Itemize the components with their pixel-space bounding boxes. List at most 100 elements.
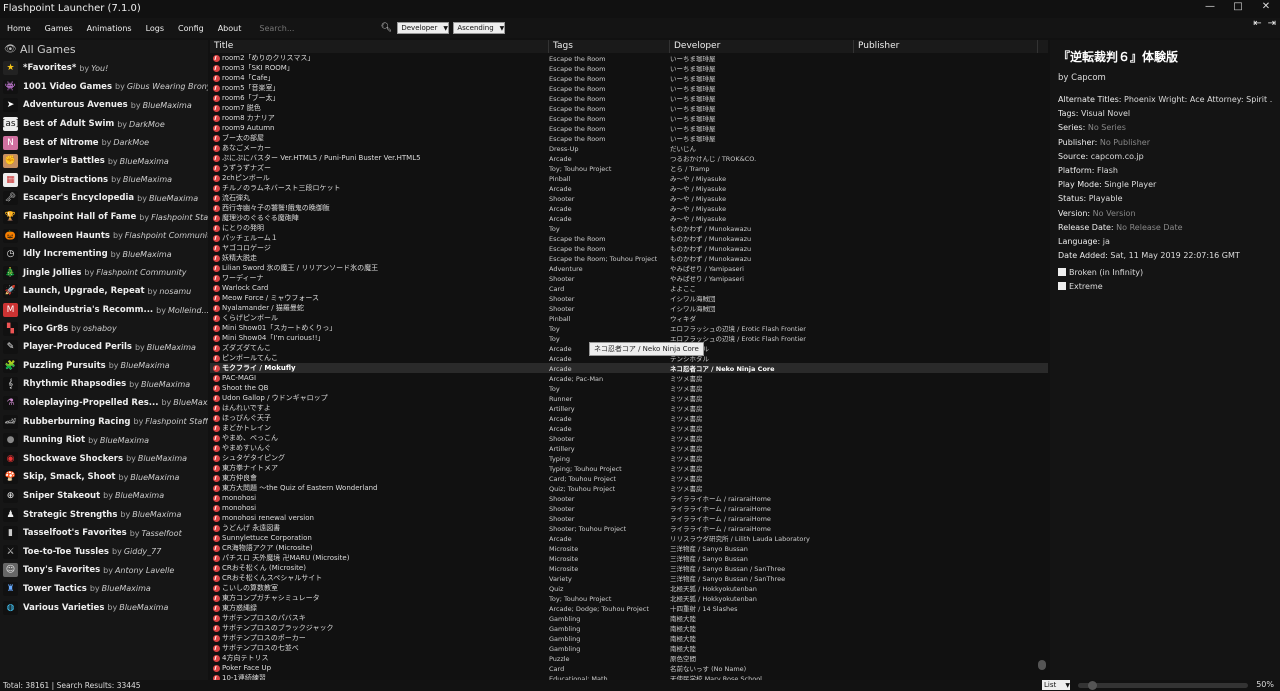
zoom-slider[interactable] [1078, 681, 1248, 690]
sidebar-item-playlist[interactable]: M Molleindustria's Recomm... by Molleind... [0, 301, 208, 320]
nav-logs[interactable]: Logs [139, 24, 171, 33]
field-value[interactable]: No Version [1093, 209, 1136, 218]
table-row[interactable]: PAC-MAGI Arcade; Pac-Man ミツメ書房 [210, 373, 1048, 383]
sidebar-item-playlist[interactable]: 🏆 Flashpoint Hall of Fame by Flashpoint Sta… [0, 208, 208, 227]
toggle-left-sidebar-icon[interactable]: ⇤ [1253, 18, 1261, 29]
sidebar-item-playlist[interactable]: ☺ Tony's Favorites by Antony Lavelle [0, 561, 208, 580]
table-row[interactable]: 東方コンプガチャシミュレータ Toy; Touhou Project 北極天狐 / … [210, 593, 1048, 603]
table-row[interactable]: monohosi Shooter ライラライホーム / rairaraiHome [210, 503, 1048, 513]
sidebar-item-playlist[interactable]: 🍄 Skip, Smack, Shoot by BlueMaxima [0, 468, 208, 487]
sidebar-item-playlist[interactable]: ▚ Pico Gr8s by oshaboy [0, 319, 208, 338]
table-row[interactable]: CRおそ松くんスペシャルサイト Variety 三洋物産 / Sanyo Bussa… [210, 573, 1048, 583]
sidebar-item-playlist[interactable]: ♜ Tower Tactics by BlueMaxima [0, 580, 208, 599]
table-row[interactable]: サボテンプロスのパバスキ Gambling 南極大陸 [210, 613, 1048, 623]
sidebar-item-playlist[interactable]: ✎ Player-Produced Perils by BlueMaxima [0, 338, 208, 357]
table-row[interactable]: CRおそ松くん (Microsite) Microsite 三洋物産 / Sanyo… [210, 563, 1048, 573]
table-row[interactable]: Lilian Sword 氷の魔王 / リリアンソード氷の魔王 Adventure… [210, 263, 1048, 273]
checkbox[interactable] [1058, 282, 1066, 291]
nav-home[interactable]: Home [0, 24, 38, 33]
table-row[interactable]: やまめ、ぺっこん Shooter ミツメ書房 [210, 433, 1048, 443]
sidebar-item-playlist[interactable]: 𝄞 Rhythmic Rhapsodies by BlueMaxima [0, 375, 208, 394]
detail-checkbox[interactable]: Broken (in Infinity) [1058, 265, 1272, 279]
maximize-button[interactable]: □ [1224, 0, 1252, 14]
field-value[interactable]: Playable [1089, 194, 1123, 203]
game-developer[interactable]: by Capcom [1058, 73, 1272, 83]
table-row[interactable]: monohosi Shooter ライラライホーム / rairaraiHome [210, 493, 1048, 503]
table-row[interactable]: Shoot the QB Toy ミツメ書房 [210, 383, 1048, 393]
field-value[interactable]: Flash [1097, 166, 1118, 175]
table-row[interactable]: Udon Gallop / ウドンギャロップ Runner ミツメ書房 [210, 393, 1048, 403]
table-row[interactable]: にとりの発明 Toy ものかわず / Munokawazu [210, 223, 1048, 233]
table-row[interactable]: サボテンプロスのポーカー Gambling 南極大陸 [210, 633, 1048, 643]
table-row[interactable]: 魔理沙のぐるぐる魔砲陣 Arcade み〜や / Miyasuke [210, 213, 1048, 223]
column-title[interactable]: Title [210, 40, 549, 53]
sidebar-item-playlist[interactable]: [as] Best of Adult Swim by DarkMoe [0, 115, 208, 134]
sidebar-item-playlist[interactable]: ➤ Adventurous Avenues by BlueMaxima [0, 96, 208, 115]
table-row[interactable]: あなごメーカー Dress-Up だいじん [210, 143, 1048, 153]
field-value[interactable]: capcom.co.jp [1091, 152, 1144, 161]
table-row[interactable]: モクフライ / Mokufly Arcade ネコ忍者コア / Neko Ninja… [210, 363, 1048, 373]
sidebar-item-playlist[interactable]: 🎄 Jingle Jollies by Flashpoint Community [0, 264, 208, 283]
table-row[interactable]: 10-1連続練習 Educational; Math 天使民学校 Mary Rose… [210, 673, 1048, 680]
sidebar-item-playlist[interactable]: ◷ Idly Incrementing by BlueMaxima [0, 245, 208, 264]
table-row[interactable]: room9 Autumn Escape the Room いーちま珈琲屋 [210, 123, 1048, 133]
table-row[interactable]: ブー太の部屋 Escape the Room いーちま珈琲屋 [210, 133, 1048, 143]
table-row[interactable]: Nyalamander / 猫羅曼蛇 Shooter イシワル海賊団 [210, 303, 1048, 313]
sidebar-item-playlist[interactable]: 🚀 Launch, Upgrade, Repeat by nosamu [0, 282, 208, 301]
table-row[interactable]: 東方惑縄録 Arcade; Dodge; Touhou Project 十四重射 /… [210, 603, 1048, 613]
sidebar-item-all-games[interactable]: 👁 All Games [0, 40, 208, 59]
table-row[interactable]: ほっぴんぐ天子 Arcade ミツメ書房 [210, 413, 1048, 423]
detail-checkbox[interactable]: Extreme [1058, 279, 1272, 293]
view-mode-select[interactable]: List ▼ [1042, 680, 1070, 690]
table-row[interactable]: 2chピンボール Pinball み〜や / Miyasuke [210, 173, 1048, 183]
table-row[interactable]: うどんげ 永遠図書 Shooter; Touhou Project ライラライホーム… [210, 523, 1048, 533]
column-developer[interactable]: Developer [670, 40, 854, 53]
table-row[interactable]: Warlock Card Card よよここ [210, 283, 1048, 293]
table-row[interactable]: CR海物語アクア (Microsite) Microsite 三洋物産 / Sany… [210, 543, 1048, 553]
table-row[interactable]: Mini Show01「スカートめくりっ」 Toy エロフラッシュの辺境 / Ero… [210, 323, 1048, 333]
sidebar-item-playlist[interactable]: ★ *Favorites* by You! [0, 59, 208, 78]
table-row[interactable]: ワーディーナ Shooter やみぱせり / Yamipaseri [210, 273, 1048, 283]
table-row[interactable]: チルノのラムネバースト三段ロケット Arcade み〜や / Miyasuke [210, 183, 1048, 193]
column-publisher[interactable]: Publisher [854, 40, 1038, 53]
table-row[interactable]: room5「音楽室」 Escape the Room いーちま珈琲屋 [210, 83, 1048, 93]
zoom-slider-knob[interactable] [1088, 681, 1097, 690]
field-value[interactable]: No Series [1088, 123, 1126, 132]
table-row[interactable]: Sunnylettuce Corporation Arcade リリスラウダ研究所 … [210, 533, 1048, 543]
sidebar-item-playlist[interactable]: ◍ Various Varieties by BlueMaxima [0, 598, 208, 617]
field-value[interactable]: Sat, 11 May 2019 22:07:16 GMT [1110, 251, 1239, 260]
field-value[interactable]: ja [1103, 237, 1110, 246]
table-row[interactable]: 4方向テトリス Puzzle 原色空間 [210, 653, 1048, 663]
table-row[interactable]: 流石弾丸 Shooter み〜や / Miyasuke [210, 193, 1048, 203]
table-row[interactable]: やまめすいんぐ Artillery ミツメ書房 [210, 443, 1048, 453]
sidebar-item-playlist[interactable]: ⚔ Toe-to-Toe Tussles by Giddy_77 [0, 542, 208, 561]
game-title[interactable]: 『逆転裁判６』体験版 [1058, 48, 1272, 65]
close-button[interactable]: ✕ [1252, 0, 1280, 14]
table-row[interactable]: 西行寺幽々子の饕餮!餓鬼の晩御飯 Arcade み〜や / Miyasuke [210, 203, 1048, 213]
sidebar-item-playlist[interactable]: 🎃 Halloween Haunts by Flashpoint Community [0, 226, 208, 245]
sidebar-item-playlist[interactable]: 🏎 Rubberburning Racing by Flashpoint Staff [0, 412, 208, 431]
table-row[interactable]: ぷにぷにバスター Ver.HTML5 / Puni-Puni Buster Ve… [210, 153, 1048, 163]
table-row[interactable]: サボテンプロスの七並べ Gambling 南極大陸 [210, 643, 1048, 653]
field-value[interactable]: No Publisher [1100, 138, 1150, 147]
search-icon[interactable]: 🔍︎ [379, 23, 393, 33]
sidebar-item-playlist[interactable]: ⊕ Sniper Stakeout by BlueMaxima [0, 487, 208, 506]
table-row[interactable]: room2「めりのクリスマス」 Escape the Room いーちま珈琲屋 [210, 53, 1048, 63]
scroll-thumb[interactable] [1038, 660, 1046, 670]
field-value[interactable]: No Release Date [1116, 223, 1182, 232]
sidebar-item-playlist[interactable]: ◉ Shockwave Shockers by BlueMaxima [0, 449, 208, 468]
table-row[interactable]: ヤゴコロゲージ Escape the Room ものかわず / Munokawazu [210, 243, 1048, 253]
sidebar-item-playlist[interactable]: ● Running Riot by BlueMaxima [0, 431, 208, 450]
search-input[interactable] [256, 21, 375, 35]
nav-games[interactable]: Games [38, 24, 80, 33]
table-row[interactable]: はんれいですよ Artillery ミツメ書房 [210, 403, 1048, 413]
table-row[interactable]: Meow Force / ミャウフォース Shooter イシワル海賊団 [210, 293, 1048, 303]
field-value[interactable]: Single Player [1104, 180, 1156, 189]
sidebar-item-playlist[interactable]: 👾 1001 Video Games by Gibus Wearing Brony [0, 78, 208, 97]
table-row[interactable]: Poker Face Up Card 名前ないっす (No Name) [210, 663, 1048, 673]
table-row[interactable]: room4「Cafe」 Escape the Room いーちま珈琲屋 [210, 73, 1048, 83]
table-row[interactable]: 妖精大脱走 Escape the Room; Touhou Project ものかわ… [210, 253, 1048, 263]
sidebar-item-playlist[interactable]: 🧩 Puzzling Pursuits by BlueMaxima [0, 357, 208, 376]
table-row[interactable]: くらげピンボール Pinball ウィキダ [210, 313, 1048, 323]
table-row[interactable]: まどかトレイン Arcade ミツメ書房 [210, 423, 1048, 433]
